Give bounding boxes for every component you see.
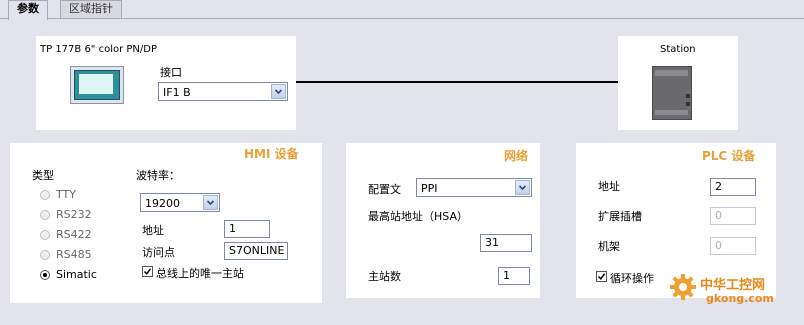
cyclic-operation-checkbox[interactable] (596, 271, 607, 282)
cyclic-operation-label: 循环操作 (610, 272, 654, 285)
chevron-down-icon[interactable] (271, 84, 286, 99)
profile-select[interactable]: PPI (416, 178, 532, 197)
rack-label: 机架 (598, 240, 620, 253)
type-radio-rs232 (40, 210, 50, 220)
only-master-checkbox[interactable] (142, 266, 153, 277)
type-option-rs232: RS232 (56, 208, 92, 221)
profile-select-value: PPI (421, 182, 438, 195)
watermark-text: 中华工控网 (700, 278, 766, 293)
interface-select[interactable]: IF1 B (158, 82, 288, 101)
profile-label: 配置文 (368, 183, 401, 196)
hmi-address-label: 地址 (142, 224, 164, 237)
baud-rate-select[interactable]: 19200 (140, 193, 220, 212)
type-radio-tty (40, 190, 50, 200)
type-option-rs485: RS485 (56, 248, 92, 261)
masters-input[interactable]: 1 (498, 267, 530, 285)
hsa-label: 最高站地址（HSA） (368, 210, 468, 223)
type-option-simatic: Simatic (56, 268, 97, 281)
chevron-down-icon[interactable] (203, 195, 218, 210)
network-section-title: 网络 (504, 149, 529, 163)
type-radio-rs485 (40, 250, 50, 260)
baud-rate-value: 19200 (145, 197, 180, 210)
type-radio-rs422 (40, 230, 50, 240)
network-panel: 网络 配置文 PPI 最高站地址（HSA） 31 主站数 1 (346, 143, 540, 298)
hmi-settings-panel: HMI 设备 类型 TTY RS232 RS422 RS485 Simatic … (10, 143, 322, 303)
tab-area-pointer[interactable]: 区域指针 (60, 0, 122, 18)
hmi-section-title: HMI 设备 (244, 147, 299, 161)
watermark-url: gkong.com (706, 292, 774, 305)
access-point-input[interactable]: S7ONLINE (224, 242, 288, 260)
only-master-label: 总线上的唯一主站 (156, 267, 244, 280)
connection-line (296, 81, 618, 83)
ext-slot-input: 0 (710, 207, 756, 225)
hmi-address-input[interactable]: 1 (224, 220, 270, 238)
plc-address-input[interactable]: 2 (710, 178, 756, 196)
gear-icon (668, 272, 698, 302)
ext-slot-label: 扩展插槽 (598, 210, 642, 223)
access-point-label: 访问点 (142, 246, 175, 259)
type-label: 类型 (32, 169, 54, 182)
interface-select-value: IF1 B (163, 86, 191, 99)
plc-section-title: PLC 设备 (702, 149, 756, 163)
interface-label: 接口 (160, 66, 182, 79)
baud-label: 波特率： (136, 169, 180, 182)
type-radio-simatic[interactable] (40, 270, 50, 280)
type-option-rs422: RS422 (56, 228, 92, 241)
type-option-tty: TTY (56, 188, 76, 201)
tab-parameters[interactable]: 参数 (8, 0, 48, 20)
rack-input: 0 (710, 237, 756, 255)
plc-address-label: 地址 (598, 180, 620, 193)
hmi-device-icon (70, 66, 124, 104)
station-panel: Station (618, 36, 738, 130)
hsa-input[interactable]: 31 (480, 234, 532, 252)
plc-station-icon (652, 66, 692, 120)
chevron-down-icon[interactable] (515, 180, 530, 195)
station-label: Station (660, 44, 696, 55)
device-panel: TP 177B 6" color PN/DP 接口 IF1 B (36, 36, 296, 130)
device-name: TP 177B 6" color PN/DP (40, 44, 157, 55)
masters-label: 主站数 (368, 270, 401, 283)
